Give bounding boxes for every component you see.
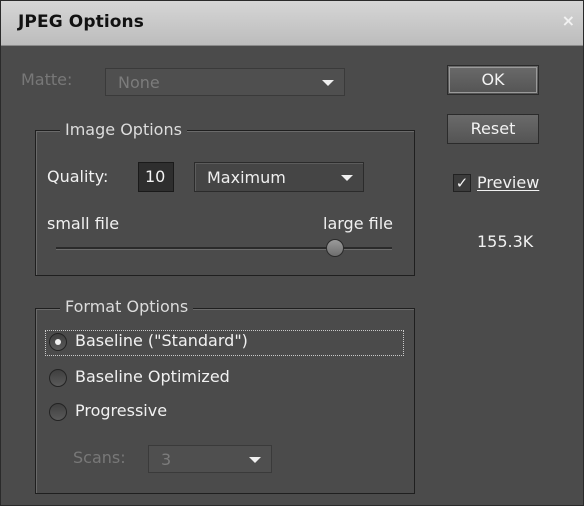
close-icon[interactable]: × xyxy=(562,11,575,30)
chevron-down-icon xyxy=(249,457,261,463)
title-bar[interactable]: JPEG Options × xyxy=(1,1,583,46)
small-file-label: small file xyxy=(47,214,120,233)
scans-value: 3 xyxy=(161,450,172,469)
quality-preset-dropdown[interactable]: Maximum xyxy=(194,162,364,192)
chevron-down-icon xyxy=(341,175,353,181)
chevron-down-icon xyxy=(322,80,334,86)
checkmark-icon: ✓ xyxy=(455,174,469,192)
matte-value: None xyxy=(118,73,160,92)
image-options-legend: Image Options xyxy=(60,120,187,139)
matte-dropdown[interactable]: None xyxy=(105,68,345,96)
matte-label: Matte: xyxy=(21,70,73,89)
ok-button[interactable]: OK xyxy=(447,65,539,95)
radio-label: Baseline ("Standard") xyxy=(75,331,248,350)
large-file-label: large file xyxy=(323,214,393,233)
quality-preset-value: Maximum xyxy=(207,168,286,187)
quality-label: Quality: xyxy=(47,167,109,186)
preview-checkbox[interactable]: ✓ xyxy=(453,174,471,192)
quality-slider-handle[interactable] xyxy=(325,239,344,257)
file-size: 155.3K xyxy=(477,232,534,251)
radio-button[interactable] xyxy=(49,403,67,421)
radio-label: Progressive xyxy=(75,401,168,420)
format-options-legend: Format Options xyxy=(60,297,194,316)
image-options-group xyxy=(35,130,415,276)
dialog-title: JPEG Options xyxy=(18,12,144,32)
radio-button[interactable] xyxy=(49,369,67,387)
radio-label: Baseline Optimized xyxy=(75,367,230,386)
preview-label[interactable]: Preview xyxy=(477,173,539,192)
quality-input[interactable]: 10 xyxy=(138,162,174,192)
jpeg-options-dialog: JPEG Options × Matte: None OK Reset ✓ Pr… xyxy=(0,0,584,506)
radio-button[interactable] xyxy=(49,333,67,351)
reset-button[interactable]: Reset xyxy=(447,114,539,144)
scans-label: Scans: xyxy=(73,448,126,467)
scans-dropdown[interactable]: 3 xyxy=(148,445,272,473)
